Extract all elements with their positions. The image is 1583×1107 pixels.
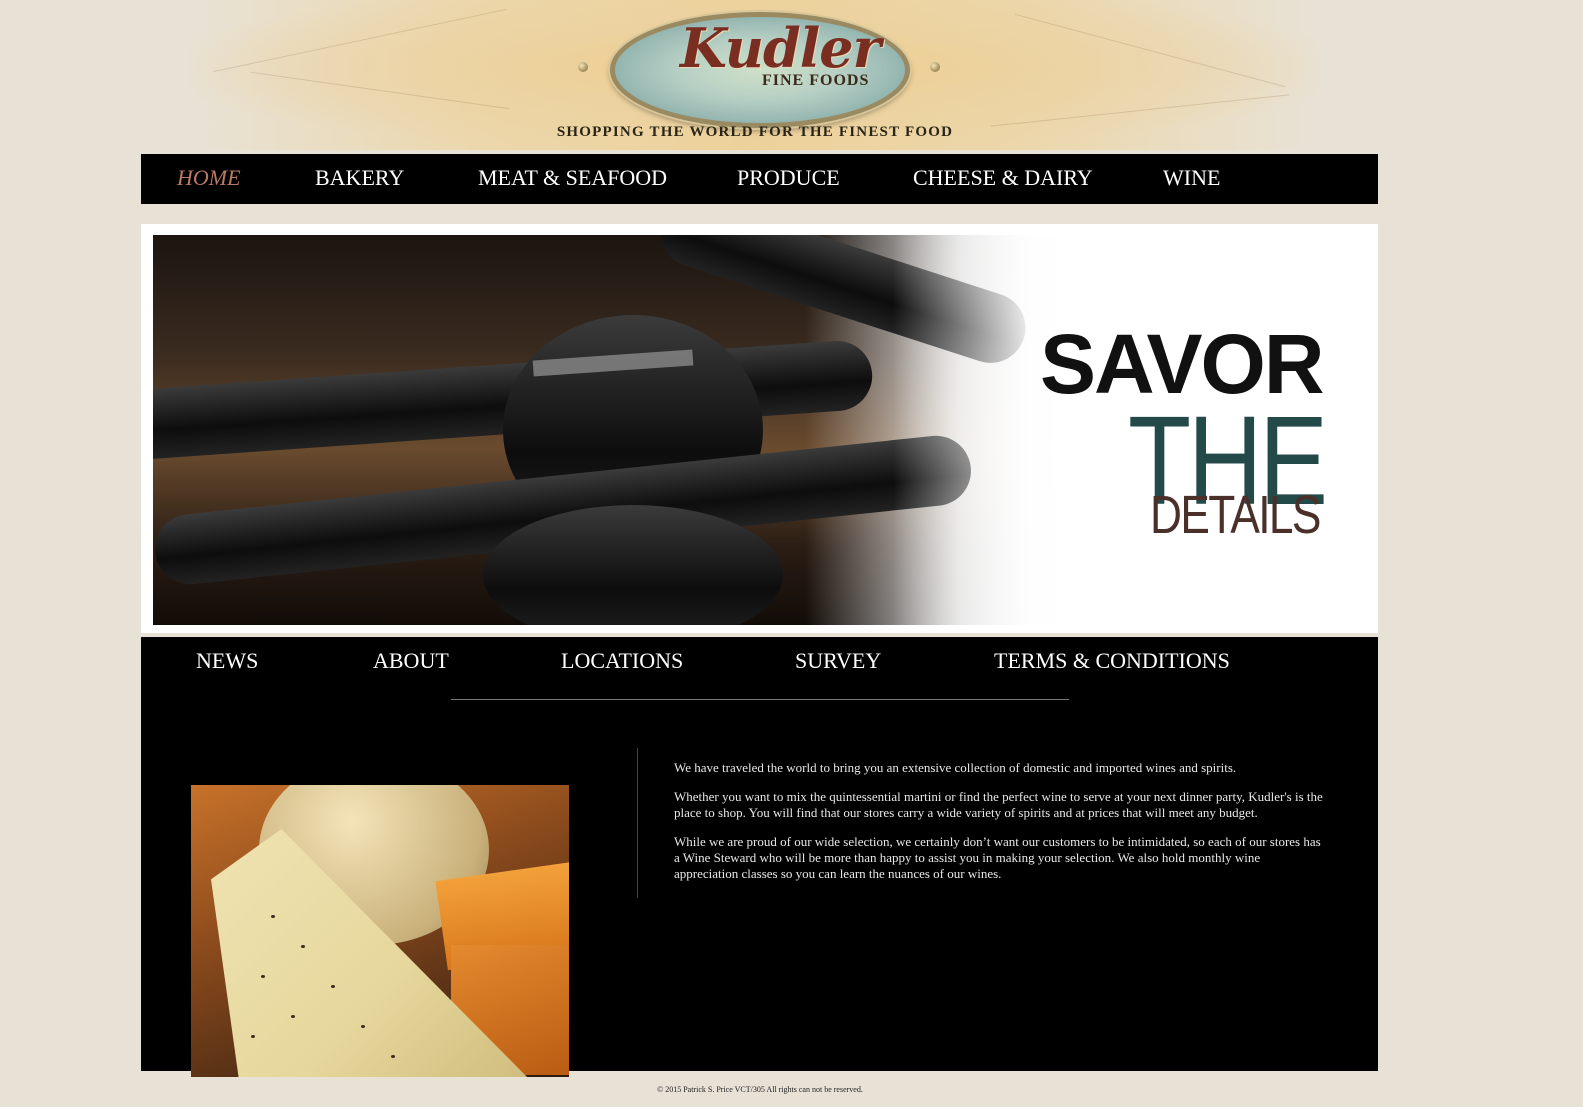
map-decoration: [1014, 13, 1286, 88]
speck: [251, 1035, 255, 1038]
logo-script: Kudler: [680, 16, 881, 80]
main-nav: HOME BAKERY MEAT & SEAFOOD PRODUCE CHEES…: [141, 154, 1378, 204]
nav-wine[interactable]: WINE: [1163, 165, 1220, 191]
nav-locations[interactable]: LOCATIONS: [561, 648, 683, 674]
nav-about[interactable]: ABOUT: [373, 648, 449, 674]
subnav-divider: [451, 699, 1069, 700]
paragraph: We have traveled the world to bring you …: [674, 760, 1237, 775]
content-divider: [637, 748, 638, 898]
paragraph: Whether you want to mix the quintessenti…: [674, 789, 1323, 820]
nav-bakery[interactable]: BAKERY: [315, 165, 404, 191]
speck: [301, 945, 305, 948]
stud-icon: [578, 62, 588, 72]
speck: [331, 985, 335, 988]
nav-home[interactable]: HOME: [177, 165, 241, 191]
speck: [271, 915, 275, 918]
map-decoration: [251, 71, 509, 110]
stud-icon: [930, 62, 940, 72]
footer-copyright: © 2015 Patrick S. Price VCT/305 All righ…: [657, 1085, 863, 1094]
nav-terms-conditions[interactable]: TERMS & CONDITIONS: [994, 648, 1230, 674]
map-decoration: [213, 8, 507, 73]
logo-subtitle: FINE FOODS: [762, 72, 870, 89]
cheese-image: [191, 785, 569, 1077]
speck: [291, 1015, 295, 1018]
map-decoration: [990, 94, 1290, 127]
speck: [361, 1025, 365, 1028]
nav-produce[interactable]: PRODUCE: [737, 165, 840, 191]
speck: [261, 975, 265, 978]
nav-meat-seafood[interactable]: MEAT & SEAFOOD: [478, 165, 667, 191]
nav-news[interactable]: NEWS: [196, 648, 258, 674]
tagline: SHOPPING THE WORLD FOR THE FINEST FOOD: [556, 124, 954, 140]
hero-headline-details: DETAILS: [1150, 485, 1321, 545]
body-copy: We have traveled the world to bring you …: [674, 760, 1324, 895]
speck: [391, 1055, 395, 1058]
nav-cheese-dairy[interactable]: CHEESE & DAIRY: [913, 165, 1093, 191]
paragraph: While we are proud of our wide selection…: [674, 834, 1321, 881]
nav-survey[interactable]: SURVEY: [795, 648, 881, 674]
